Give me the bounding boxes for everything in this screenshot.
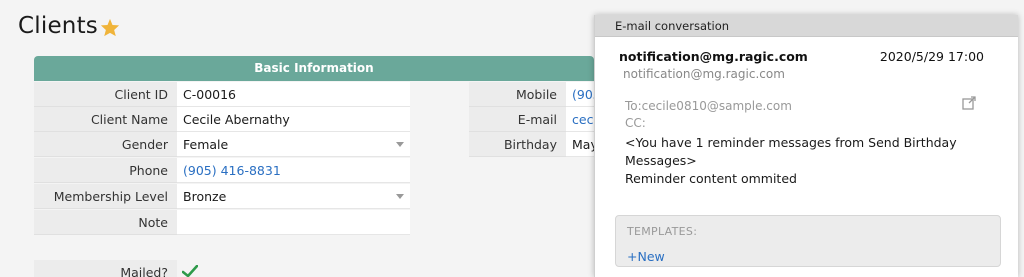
membership-level-value: Bronze	[183, 189, 227, 204]
client-id-value[interactable]: C-00016	[177, 82, 410, 107]
field-membership-level: Membership Level Bronze	[34, 184, 410, 209]
sender-sub-address: notification@mg.ragic.com	[623, 67, 785, 81]
new-template-link[interactable]: +New	[627, 249, 665, 264]
field-label: Membership Level	[34, 184, 177, 209]
field-note: Note	[34, 210, 410, 235]
field-mobile: Mobile (905	[469, 82, 606, 107]
field-label: Note	[34, 210, 177, 235]
field-label: E-mail	[469, 107, 566, 132]
dropdown-arrow-icon[interactable]	[396, 194, 404, 199]
field-phone: Phone (905) 416-8831	[34, 158, 410, 183]
field-birthday: Birthday May	[469, 132, 606, 157]
email-conversation-panel: E-mail conversation notification@mg.ragi…	[594, 15, 1018, 277]
field-label: Birthday	[469, 132, 566, 157]
sender-address: notification@mg.ragic.com	[619, 49, 808, 64]
field-label: Client Name	[34, 107, 177, 132]
section-header: Basic Information	[34, 56, 594, 81]
page-title: Clients	[18, 13, 98, 39]
star-icon[interactable]	[100, 18, 120, 37]
field-client-name: Client Name Cecile Abernathy	[34, 107, 410, 132]
templates-box: TEMPLATES: +New	[615, 215, 1001, 267]
field-gender: Gender Female	[34, 132, 410, 157]
recipient-line: To:cecile0810@sample.com	[625, 99, 792, 113]
field-label: Mobile	[469, 82, 566, 107]
client-name-value[interactable]: Cecile Abernathy	[177, 107, 410, 132]
membership-level-select[interactable]: Bronze	[177, 184, 410, 209]
field-label: Phone	[34, 158, 177, 183]
dropdown-arrow-icon[interactable]	[396, 142, 404, 147]
message-line: <You have 1 reminder messages from Send …	[625, 135, 957, 150]
message-line: Messages>	[625, 153, 697, 168]
message-body: <You have 1 reminder messages from Send …	[625, 134, 975, 188]
cc-line: CC:	[625, 116, 646, 130]
check-icon[interactable]	[182, 265, 198, 277]
field-mailed: Mailed?	[34, 260, 177, 277]
gender-value: Female	[183, 137, 229, 152]
note-value[interactable]	[177, 210, 410, 235]
field-client-id: Client ID C-00016	[34, 82, 410, 107]
phone-link[interactable]: (905) 416-8831	[177, 158, 410, 183]
field-label: Client ID	[34, 82, 177, 107]
external-link-icon[interactable]	[962, 96, 976, 110]
panel-title: E-mail conversation	[595, 15, 1018, 37]
field-email: E-mail ceci	[469, 107, 606, 132]
templates-label: TEMPLATES:	[627, 225, 698, 238]
message-date: 2020/5/29 17:00	[879, 49, 984, 64]
message-line: Reminder content ommited	[625, 171, 797, 186]
field-label: Gender	[34, 132, 177, 157]
gender-select[interactable]: Female	[177, 132, 410, 157]
field-label: Mailed?	[34, 260, 177, 277]
